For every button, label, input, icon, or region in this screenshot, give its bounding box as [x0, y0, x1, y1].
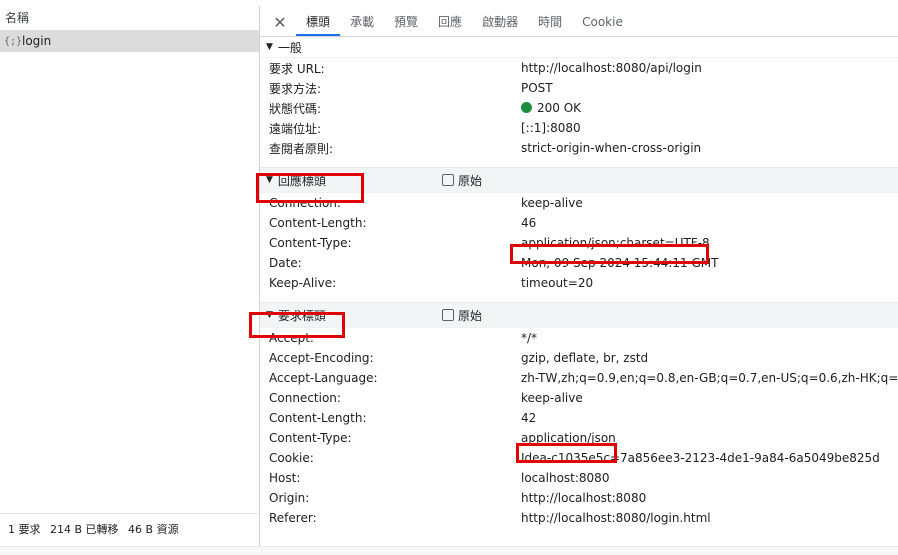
request-header-rows: Accept: */* Accept-Encoding: gzip, deflate…	[260, 328, 898, 528]
checkbox[interactable]	[442, 309, 454, 321]
request-details-panel: ✕ 標頭 承載 預覽 回應 啟動器 時間 Cookie ▼ 一般 要求 URL:…	[260, 6, 898, 546]
expand-arrow-icon: ▼	[266, 175, 273, 185]
request-count: 1 要求	[8, 523, 41, 536]
header-key: 要求 URL:	[269, 61, 325, 76]
response-headers-section-header[interactable]: ▼ 回應標頭 原始	[260, 167, 898, 193]
header-value: POST	[521, 81, 553, 95]
raw-label: 原始	[458, 173, 483, 188]
header-row: Connection: keep-alive	[260, 193, 898, 213]
tab-headers[interactable]: 標頭	[296, 8, 341, 36]
response-header-rows: Connection: keep-alive Content-Length: 46 …	[260, 193, 898, 293]
checkbox[interactable]	[442, 174, 454, 186]
header-value: 42	[521, 411, 537, 425]
section-title: 回應標頭	[277, 173, 326, 188]
tab-response[interactable]: 回應	[428, 8, 472, 36]
raw-toggle[interactable]: 原始	[442, 307, 482, 324]
general-section-header[interactable]: ▼ 一般	[260, 37, 898, 58]
tab-preview[interactable]: 預覽	[384, 8, 428, 36]
header-key: Cookie:	[269, 451, 314, 465]
header-value: zh-TW,zh;q=0.9,en;q=0.8,en-GB;q=0.7,en-U…	[521, 371, 898, 385]
header-value: [::1]:8080	[521, 121, 581, 135]
header-row: Accept-Language: zh-TW,zh;q=0.9,en;q=0.8,…	[260, 368, 898, 388]
header-key: Origin:	[269, 491, 310, 505]
request-list-panel: 名稱 {;} login 1 要求 214 B 已轉移 46 B 資源	[0, 6, 260, 546]
resource-size: 46 B 資源	[128, 523, 179, 536]
raw-label: 原始	[458, 308, 483, 323]
header-key: Connection:	[269, 196, 341, 210]
tab-cookies[interactable]: Cookie	[572, 8, 633, 36]
section-title: 一般	[277, 40, 302, 55]
header-value: 46	[521, 216, 537, 230]
header-key: Accept-Encoding:	[269, 351, 374, 365]
header-value: gzip, deflate, br, zstd	[521, 351, 649, 365]
header-value: http://localhost:8080/login.html	[521, 511, 711, 525]
header-row: Content-Type: application/json;charset=UT…	[260, 233, 898, 253]
header-value: */*	[521, 331, 538, 345]
tab-timing[interactable]: 時間	[528, 8, 572, 36]
header-key: Content-Length:	[269, 216, 367, 230]
header-value: Mon, 09 Sep 2024 15:44:11 GMT	[521, 256, 719, 270]
tab-initiator[interactable]: 啟動器	[472, 8, 528, 36]
header-value: Idea-c1035e5c=7a856ee3-2123-4de1-9a84-6a…	[521, 451, 880, 465]
tab-payload[interactable]: 承載	[340, 8, 384, 36]
transferred-size: 214 B 已轉移	[50, 523, 119, 536]
header-row: Content-Type: application/json	[260, 428, 898, 448]
header-row: Content-Length: 42	[260, 408, 898, 428]
header-value: timeout=20	[521, 276, 594, 290]
expand-arrow-icon: ▼	[266, 310, 273, 320]
header-row: 遠端位址: [::1]:8080	[260, 118, 898, 138]
name-column-header[interactable]: 名稱	[0, 6, 259, 30]
header-value: http://localhost:8080/api/login	[521, 61, 702, 75]
header-row: Date: Mon, 09 Sep 2024 15:44:11 GMT	[260, 253, 898, 273]
details-tabbar: ✕ 標頭 承載 預覽 回應 啟動器 時間 Cookie	[260, 6, 898, 37]
header-key: 要求方法:	[269, 81, 322, 96]
header-key: Content-Type:	[269, 236, 352, 250]
header-key: 查閱者原則:	[269, 141, 334, 156]
section-title: 要求標頭	[277, 308, 326, 323]
header-value: http://localhost:8080	[521, 491, 647, 505]
header-key: Content-Length:	[269, 411, 367, 425]
header-key: Date:	[269, 256, 302, 270]
request-headers-section-header[interactable]: ▼ 要求標頭 原始	[260, 302, 898, 328]
header-key: 遠端位址:	[269, 121, 322, 136]
header-row: Host: localhost:8080	[260, 468, 898, 488]
status-text: 200 OK	[537, 101, 582, 115]
header-value: application/json;charset=UTF-8	[521, 236, 710, 250]
header-key: Keep-Alive:	[269, 276, 337, 290]
header-row: Keep-Alive: timeout=20	[260, 273, 898, 293]
general-rows: 要求 URL: http://localhost:8080/api/login 要…	[260, 58, 898, 158]
header-row: 要求方法: POST	[260, 78, 898, 98]
header-row: Referer: http://localhost:8080/login.html	[260, 508, 898, 528]
header-row: Content-Length: 46	[260, 213, 898, 233]
json-braces-icon: {;}	[4, 35, 23, 47]
header-key: Accept:	[269, 331, 314, 345]
header-key: 狀態代碼:	[269, 101, 322, 116]
request-item-login[interactable]: {;} login	[0, 30, 259, 52]
summary-footer: 1 要求 214 B 已轉移 46 B 資源	[0, 513, 259, 545]
header-key: Accept-Language:	[269, 371, 378, 385]
header-value: strict-origin-when-cross-origin	[521, 141, 702, 155]
header-row: Cookie: Idea-c1035e5c=7a856ee3-2123-4de1-…	[260, 448, 898, 468]
header-value: application/json	[521, 431, 616, 445]
header-row: Accept-Encoding: gzip, deflate, br, zstd	[260, 348, 898, 368]
request-name: login	[22, 34, 52, 48]
header-row: 查閱者原則: strict-origin-when-cross-origin	[260, 138, 898, 158]
header-row: Connection: keep-alive	[260, 388, 898, 408]
header-row: 狀態代碼: 200 OK	[260, 98, 898, 118]
status-value: 200 OK	[521, 101, 581, 115]
header-key: Referer:	[269, 511, 317, 525]
header-key: Connection:	[269, 391, 341, 405]
close-icon[interactable]: ✕	[268, 8, 292, 36]
raw-toggle[interactable]: 原始	[442, 172, 482, 189]
header-key: Content-Type:	[269, 431, 352, 445]
header-value: localhost:8080	[521, 471, 610, 485]
header-row: Accept: */*	[260, 328, 898, 348]
expand-arrow-icon: ▼	[266, 42, 273, 52]
header-row: Origin: http://localhost:8080	[260, 488, 898, 508]
header-value: keep-alive	[521, 196, 583, 210]
header-key: Host:	[269, 471, 301, 485]
status-ok-dot-icon	[521, 102, 532, 113]
header-row: 要求 URL: http://localhost:8080/api/login	[260, 58, 898, 78]
header-value: keep-alive	[521, 391, 583, 405]
